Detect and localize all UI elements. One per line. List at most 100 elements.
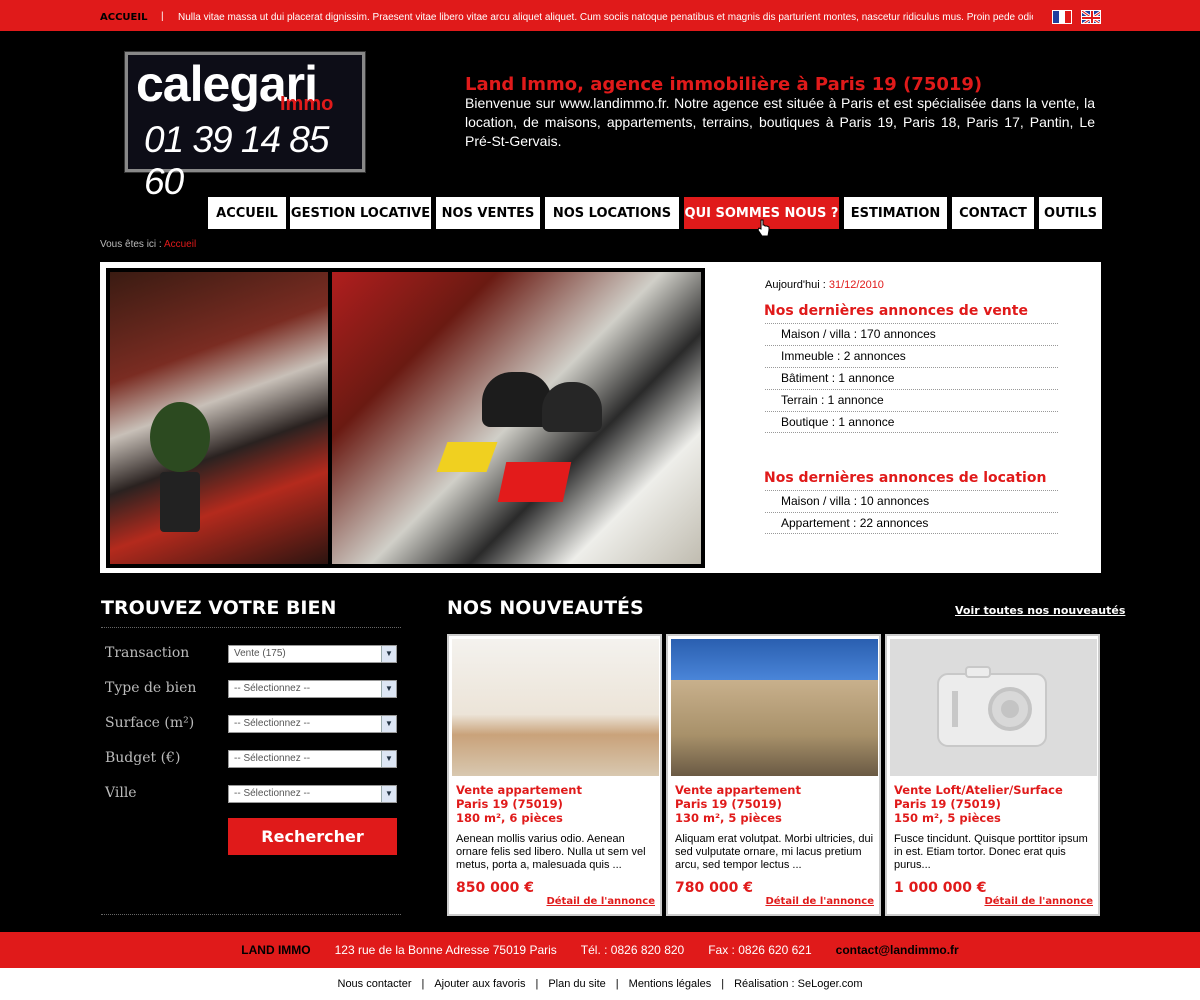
- listing-city: Paris 19 (75019): [894, 797, 1001, 811]
- rent-listing-item[interactable]: Appartement : 22 annonces: [765, 512, 1058, 534]
- chevron-down-icon: ▼: [381, 681, 396, 697]
- select-value: -- Sélectionnez --: [234, 718, 311, 729]
- nav-nos-locations[interactable]: NOS LOCATIONS: [545, 197, 679, 229]
- listing-card[interactable]: Vente Loft/Atelier/Surface Paris 19 (750…: [885, 634, 1100, 916]
- surface-select[interactable]: -- Sélectionnez -- ▼: [228, 715, 397, 733]
- sale-listing-item[interactable]: Bâtiment : 1 annonce: [765, 367, 1058, 389]
- budget-select[interactable]: -- Sélectionnez -- ▼: [228, 750, 397, 768]
- listing-photo[interactable]: [452, 639, 659, 776]
- logo-phone: 01 39 14 85 60: [144, 119, 329, 202]
- chair-shape-2: [542, 382, 602, 432]
- chevron-down-icon: ▼: [381, 716, 396, 732]
- rent-listings-title: Nos dernières annonces de location: [764, 470, 1047, 486]
- office-photo: [106, 268, 705, 568]
- search-button[interactable]: Rechercher: [228, 818, 397, 855]
- listing-heading: Vente appartement Paris 19 (75019) 130 m…: [675, 783, 801, 825]
- link-separator: |: [721, 978, 725, 990]
- link-sitemap[interactable]: Plan du site: [548, 978, 605, 990]
- listing-size: 150 m², 5 pièces: [894, 811, 1001, 825]
- nav-contact[interactable]: CONTACT: [952, 197, 1034, 229]
- listing-size: 130 m², 5 pièces: [675, 811, 782, 825]
- today-date: Aujourd'hui : 31/12/2010: [765, 279, 884, 291]
- select-value: Vente (175): [234, 648, 286, 659]
- listing-city: Paris 19 (75019): [456, 797, 563, 811]
- city-label: Ville: [105, 785, 137, 801]
- link-legal[interactable]: Mentions légales: [629, 978, 712, 990]
- topbar-home-link[interactable]: ACCUEIL: [100, 12, 147, 23]
- footer-email-link[interactable]: contact@landimmo.fr: [836, 943, 959, 957]
- listing-detail-link[interactable]: Détail de l'annonce: [984, 896, 1093, 907]
- breadcrumb: Vous êtes ici : Accueil: [100, 239, 196, 250]
- breadcrumb-prefix: Vous êtes ici :: [100, 239, 162, 250]
- link-separator: |: [615, 978, 619, 990]
- listing-type: Vente appartement: [456, 783, 582, 797]
- listing-detail-link[interactable]: Détail de l'annonce: [765, 896, 874, 907]
- chevron-down-icon: ▼: [381, 786, 396, 802]
- footer-company: LAND IMMO: [241, 943, 311, 957]
- site-logo[interactable]: calegari Immo 01 39 14 85 60: [125, 52, 365, 202]
- sale-listings: Maison / villa : 170 annonces Immeuble :…: [765, 323, 1058, 433]
- footer-address: 123 rue de la Bonne Adresse 75019 Paris: [334, 943, 557, 957]
- listing-description: Aenean mollis varius odio. Aenean ornare…: [456, 833, 646, 871]
- search-title: TROUVEZ VOTRE BIEN: [101, 597, 337, 619]
- select-value: -- Sélectionnez --: [234, 683, 311, 694]
- transaction-select[interactable]: Vente (175) ▼: [228, 645, 397, 663]
- news-ticker: Nulla vitae massa ut dui placerat dignis…: [178, 12, 1033, 23]
- rent-listing-item[interactable]: Maison / villa : 10 annonces: [765, 490, 1058, 512]
- topbar-separator: |: [161, 11, 164, 22]
- listing-photo-placeholder[interactable]: [890, 639, 1097, 776]
- sale-listing-item[interactable]: Boutique : 1 annonce: [765, 411, 1058, 433]
- divider: [101, 914, 401, 915]
- sale-listing-item[interactable]: Immeuble : 2 annonces: [765, 345, 1058, 367]
- surface-label: Surface (m²): [105, 715, 195, 731]
- property-type-label: Type de bien: [105, 680, 197, 696]
- listing-description: Aliquam erat volutpat. Morbi ultricies, …: [675, 833, 874, 871]
- camera-icon: [937, 666, 1047, 747]
- english-flag-icon[interactable]: [1081, 10, 1101, 24]
- link-contact[interactable]: Nous contacter: [338, 978, 412, 990]
- nav-outils[interactable]: OUTILS: [1039, 197, 1102, 229]
- nav-nos-ventes[interactable]: NOS VENTES: [436, 197, 540, 229]
- top-bar: ACCUEIL | Nulla vitae massa ut dui place…: [0, 0, 1200, 31]
- city-select[interactable]: -- Sélectionnez -- ▼: [228, 785, 397, 803]
- footer-phone: Tél. : 0826 820 820: [580, 943, 685, 957]
- agency-intro: Bienvenue sur www.landimmo.fr. Notre age…: [465, 95, 1095, 149]
- office-photo-left: [110, 272, 328, 564]
- listing-city: Paris 19 (75019): [675, 797, 782, 811]
- today-label: Aujourd'hui :: [765, 279, 826, 291]
- sale-listings-title: Nos dernières annonces de vente: [764, 303, 1028, 319]
- agency-title: Land Immo, agence immobilière à Paris 19…: [465, 74, 983, 95]
- listing-description: Fusce tincidunt. Quisque porttitor ipsum…: [894, 833, 1088, 871]
- sale-listing-item[interactable]: Terrain : 1 annonce: [765, 389, 1058, 411]
- transaction-label: Transaction: [105, 645, 190, 661]
- select-value: -- Sélectionnez --: [234, 788, 311, 799]
- link-separator: |: [535, 978, 539, 990]
- office-photo-right: [332, 272, 701, 564]
- listing-heading: Vente Loft/Atelier/Surface Paris 19 (750…: [894, 783, 1063, 825]
- divider: [101, 627, 401, 628]
- listing-detail-link[interactable]: Détail de l'annonce: [546, 896, 655, 907]
- footer-fax: Fax : 0826 620 621: [708, 943, 812, 957]
- bottom-links: Nous contacter | Ajouter aux favoris | P…: [0, 968, 1200, 1000]
- see-all-news-link[interactable]: Voir toutes nos nouveautés: [955, 604, 1125, 617]
- select-value: -- Sélectionnez --: [234, 753, 311, 764]
- listing-type: Vente appartement: [675, 783, 801, 797]
- listing-photo[interactable]: [671, 639, 878, 776]
- listing-type: Vente Loft/Atelier/Surface: [894, 783, 1063, 797]
- link-favorites[interactable]: Ajouter aux favoris: [434, 978, 525, 990]
- french-flag-icon[interactable]: [1052, 10, 1072, 24]
- today-value: 31/12/2010: [828, 279, 884, 291]
- listing-card[interactable]: Vente appartement Paris 19 (75019) 130 m…: [666, 634, 881, 916]
- property-type-select[interactable]: -- Sélectionnez -- ▼: [228, 680, 397, 698]
- nav-estimation[interactable]: ESTIMATION: [844, 197, 947, 229]
- nav-gestion-locative[interactable]: GESTION LOCATIVE: [290, 197, 431, 229]
- link-credits[interactable]: Réalisation : SeLoger.com: [734, 978, 862, 990]
- sale-listing-item[interactable]: Maison / villa : 170 annonces: [765, 323, 1058, 345]
- listing-heading: Vente appartement Paris 19 (75019) 180 m…: [456, 783, 582, 825]
- nav-accueil[interactable]: ACCUEIL: [208, 197, 286, 229]
- pot-shape: [160, 472, 200, 532]
- breadcrumb-current[interactable]: Accueil: [164, 239, 196, 250]
- listing-card[interactable]: Vente appartement Paris 19 (75019) 180 m…: [447, 634, 662, 916]
- link-separator: |: [421, 978, 425, 990]
- chevron-down-icon: ▼: [381, 751, 396, 767]
